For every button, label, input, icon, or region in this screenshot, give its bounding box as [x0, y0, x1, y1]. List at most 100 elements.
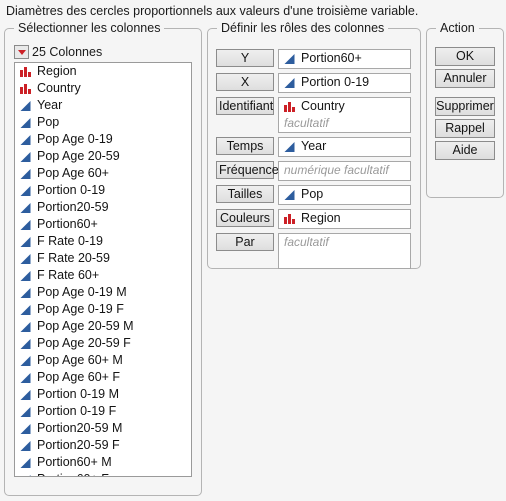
- role-value-box[interactable]: Year: [278, 137, 411, 157]
- column-list-item-label: F Rate 20-59: [37, 251, 110, 265]
- column-list-item-label: Pop Age 0-19 M: [37, 285, 127, 299]
- action-panel: Action OK Annuler Supprimer Rappel Aide: [426, 21, 504, 198]
- action-button-aide[interactable]: Aide: [435, 141, 495, 160]
- column-list-item[interactable]: Year: [15, 97, 191, 114]
- column-list-item-label: Portion20-59: [37, 200, 109, 214]
- role-value-box[interactable]: Portion 0-19: [278, 73, 411, 93]
- column-list[interactable]: Region Country Year Pop Pop Age 0-19 Pop Age …: [14, 62, 192, 477]
- column-list-item[interactable]: Pop: [15, 114, 191, 131]
- column-list-item-label: Pop Age 60+ F: [37, 370, 121, 384]
- action-button-rappel[interactable]: Rappel: [435, 119, 495, 138]
- triangle-continuous-icon: [284, 77, 295, 88]
- column-count-dropdown[interactable]: 25 Colonnes: [14, 45, 102, 59]
- triangle-continuous-icon: [20, 117, 31, 128]
- role-value-box[interactable]: Pop: [278, 185, 411, 205]
- role-button-x[interactable]: X: [216, 73, 274, 91]
- triangle-continuous-icon: [20, 304, 31, 315]
- column-roles-legend: Définir les rôles des colonnes: [217, 21, 389, 35]
- column-list-item[interactable]: Portion60+ F: [15, 471, 191, 476]
- column-list-item[interactable]: Portion20-59: [15, 199, 191, 216]
- column-list-item[interactable]: F Rate 0-19: [15, 233, 191, 250]
- triangle-continuous-icon: [29, 474, 31, 476]
- role-value-placeholder: facultatif: [284, 116, 329, 130]
- column-list-item-label: Pop: [37, 115, 60, 129]
- column-list-item[interactable]: Pop Age 60+ F: [15, 369, 191, 386]
- column-list-item-label: Pop Age 20-59: [37, 149, 120, 163]
- role-value-item[interactable]: Pop: [279, 186, 410, 203]
- triangle-continuous-icon: [20, 219, 31, 230]
- triangle-continuous-icon: [20, 236, 31, 247]
- bar-chart-nominal-icon: [20, 83, 31, 94]
- role-button-identifiant[interactable]: Identifiant: [216, 97, 274, 115]
- triangle-continuous-icon: [20, 457, 31, 468]
- role-value-label: Region: [301, 211, 341, 225]
- role-value-item[interactable]: Portion 0-19: [279, 74, 410, 91]
- role-value-box[interactable]: numérique facultatif: [278, 161, 411, 181]
- column-list-item[interactable]: Region: [15, 63, 191, 80]
- role-row: Temps Year: [216, 137, 411, 157]
- role-button-y[interactable]: Y: [216, 49, 274, 67]
- column-list-item[interactable]: Pop Age 20-59 F: [15, 335, 191, 352]
- column-list-item[interactable]: Pop Age 60+ M: [15, 352, 191, 369]
- triangle-continuous-icon: [20, 389, 31, 400]
- role-value-item[interactable]: Region: [279, 210, 410, 227]
- role-value-box[interactable]: Country facultatif: [278, 97, 411, 133]
- triangle-continuous-icon: [20, 168, 31, 179]
- role-row: Tailles Pop: [216, 185, 411, 205]
- action-button-supprimer[interactable]: Supprimer: [435, 97, 495, 116]
- action-button-ok[interactable]: OK: [435, 47, 495, 66]
- role-row: Y Portion60+: [216, 49, 411, 69]
- select-columns-panel: Sélectionner les colonnes 25 Colonnes Re…: [4, 21, 202, 496]
- role-value-placeholder: facultatif: [284, 235, 329, 249]
- column-list-item-label: Region: [37, 64, 77, 78]
- column-list-item[interactable]: Pop Age 20-59 M: [15, 318, 191, 335]
- column-list-item-label: Country: [37, 81, 81, 95]
- column-list-item[interactable]: Portion20-59 M: [15, 420, 191, 437]
- role-value-item[interactable]: Year: [279, 138, 410, 155]
- column-list-item[interactable]: Pop Age 0-19 F: [15, 301, 191, 318]
- role-value-item[interactable]: Portion60+: [279, 50, 410, 67]
- role-value-box[interactable]: Region: [278, 209, 411, 229]
- triangle-continuous-icon: [284, 53, 295, 64]
- column-list-item[interactable]: F Rate 20-59: [15, 250, 191, 267]
- column-list-item-label: Portion20-59 M: [37, 421, 123, 435]
- triangle-continuous-icon: [284, 189, 295, 200]
- triangle-continuous-icon: [20, 270, 31, 281]
- column-list-item[interactable]: Country: [15, 80, 191, 97]
- role-button-temps[interactable]: Temps: [216, 137, 274, 155]
- column-list-item[interactable]: Portion 0-19: [15, 182, 191, 199]
- column-list-item[interactable]: Pop Age 0-19 M: [15, 284, 191, 301]
- role-row: Couleurs Region: [216, 209, 411, 229]
- role-value-label: Country: [301, 99, 345, 113]
- column-list-item-label: Pop Age 20-59 M: [37, 319, 134, 333]
- role-value-label: Pop: [301, 187, 324, 201]
- role-value-label: Year: [301, 139, 327, 153]
- role-button-par[interactable]: Par: [216, 233, 274, 251]
- column-list-item[interactable]: Portion 0-19 F: [15, 403, 191, 420]
- column-list-item-label: F Rate 60+: [37, 268, 100, 282]
- role-button-couleurs[interactable]: Couleurs: [216, 209, 274, 227]
- column-list-item-label: Portion20-59 F: [37, 438, 120, 452]
- column-list-item-label: Portion 0-19: [37, 183, 106, 197]
- column-list-item[interactable]: Pop Age 20-59: [15, 148, 191, 165]
- triangle-continuous-icon: [20, 355, 31, 366]
- role-value-placeholder: numérique facultatif: [284, 163, 389, 177]
- column-list-item[interactable]: Portion60+: [15, 216, 191, 233]
- column-list-item[interactable]: Portion60+ M: [15, 454, 191, 471]
- bar-chart-nominal-icon: [20, 66, 31, 77]
- action-button-annuler[interactable]: Annuler: [435, 69, 495, 88]
- role-button-fr-quence[interactable]: Fréquence: [216, 161, 279, 179]
- triangle-down-icon[interactable]: [14, 45, 29, 59]
- column-list-item[interactable]: Pop Age 0-19: [15, 131, 191, 148]
- role-button-tailles[interactable]: Tailles: [216, 185, 274, 203]
- triangle-continuous-icon: [284, 141, 295, 152]
- column-count-label: 25 Colonnes: [32, 45, 103, 59]
- role-value-box[interactable]: facultatif: [278, 233, 411, 269]
- column-list-item[interactable]: Portion20-59 F: [15, 437, 191, 454]
- role-value-item[interactable]: Country: [279, 98, 410, 115]
- column-list-item[interactable]: Portion 0-19 M: [15, 386, 191, 403]
- triangle-continuous-icon: [20, 202, 31, 213]
- role-value-box[interactable]: Portion60+: [278, 49, 411, 69]
- column-list-item[interactable]: F Rate 60+: [15, 267, 191, 284]
- column-list-item[interactable]: Pop Age 60+: [15, 165, 191, 182]
